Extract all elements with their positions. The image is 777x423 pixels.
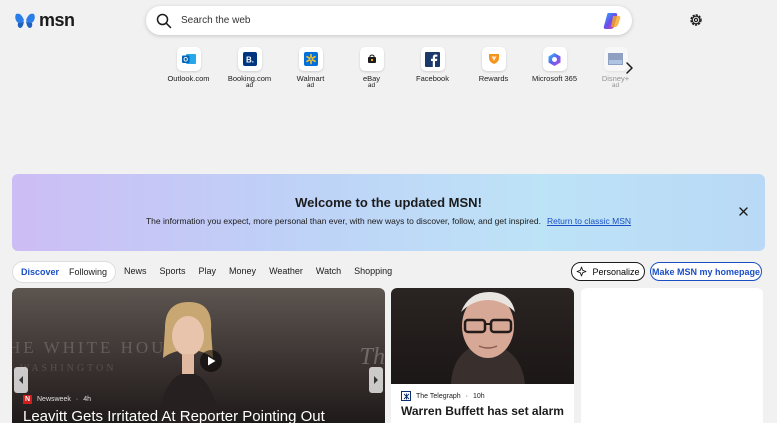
- tab-discover[interactable]: Discover: [16, 267, 64, 277]
- banner-description: The information you expect, more persona…: [145, 216, 541, 226]
- sparkle-star-icon: [577, 266, 587, 277]
- rewards-icon: [481, 47, 506, 71]
- booking-icon: B.: [237, 47, 262, 71]
- logo-text: msn: [39, 10, 75, 30]
- search-input[interactable]: [181, 15, 602, 26]
- nav-watch[interactable]: Watch: [316, 266, 341, 276]
- play-icon: [207, 356, 215, 366]
- article-headline[interactable]: Leavitt Gets Irritated At Reporter Point…: [23, 408, 325, 423]
- play-button[interactable]: [200, 350, 222, 372]
- walmart-icon: [298, 47, 323, 71]
- tab-following[interactable]: Following: [64, 267, 112, 277]
- quick-link-booking[interactable]: B. Booking.com ad: [219, 47, 280, 90]
- article-image: [391, 288, 574, 384]
- copilot-icon[interactable]: [602, 11, 622, 31]
- quick-link-rewards[interactable]: Rewards: [463, 47, 524, 90]
- butterfly-logo-icon: [15, 13, 35, 28]
- return-classic-msn-link[interactable]: Return to classic MSN: [547, 216, 631, 226]
- quick-link-ebay[interactable]: eBay ad: [341, 47, 402, 90]
- welcome-banner: Welcome to the updated MSN! The informat…: [12, 174, 765, 251]
- featured-photo: [158, 302, 220, 423]
- svg-text:B.: B.: [246, 56, 254, 65]
- settings-gear-icon[interactable]: [688, 12, 704, 28]
- quick-link-walmart[interactable]: Walmart ad: [280, 47, 341, 90]
- dot-separator: ·: [465, 392, 468, 400]
- quick-link-facebook[interactable]: Facebook: [402, 47, 463, 90]
- background-sign-subtext: WASHINGTON: [20, 363, 117, 374]
- article-headline[interactable]: Warren Buffett has set alarm: [401, 404, 564, 418]
- article-source: The Telegraph · 10h: [401, 391, 485, 401]
- ebay-icon: [359, 47, 384, 71]
- facebook-icon: [420, 47, 445, 71]
- carousel-prev-button[interactable]: [14, 367, 28, 393]
- portrait-photo: [451, 292, 525, 384]
- quick-link-outlook[interactable]: O Outlook.com: [158, 47, 219, 90]
- close-icon[interactable]: [738, 206, 749, 217]
- nav-money[interactable]: Money: [229, 266, 256, 276]
- nav-weather[interactable]: Weather: [269, 266, 303, 276]
- feed-toggle: Discover Following: [13, 262, 116, 282]
- chevron-left-icon: [19, 376, 23, 384]
- make-homepage-button[interactable]: Make MSN my homepage: [650, 262, 762, 281]
- quick-links-next-chevron-icon[interactable]: [622, 60, 636, 76]
- search-icon: [156, 13, 172, 28]
- publish-time: 10h: [472, 392, 485, 400]
- quick-links-row: O Outlook.com B. Booking.com ad Walmart …: [158, 47, 646, 90]
- featured-video-card[interactable]: HE WHITE HOUSE WASHINGTON Th N Newsweek …: [12, 288, 385, 423]
- svg-text:O: O: [183, 58, 188, 64]
- nav-sports[interactable]: Sports: [160, 266, 186, 276]
- category-nav: News Sports Play Money Weather Watch Sho…: [124, 266, 405, 276]
- source-name: The Telegraph: [416, 392, 461, 400]
- telegraph-logo-icon: [401, 391, 411, 401]
- quick-link-disney[interactable]: Disney+ ad: [585, 47, 646, 90]
- source-name: Newsweek: [37, 396, 71, 403]
- article-source: N Newsweek · 4h: [23, 395, 91, 404]
- nav-news[interactable]: News: [124, 266, 147, 276]
- quick-link-microsoft365[interactable]: Microsoft 365: [524, 47, 585, 90]
- chevron-right-icon: [374, 376, 378, 384]
- nav-play[interactable]: Play: [199, 266, 217, 276]
- news-card[interactable]: The Telegraph · 10h Warren Buffett has s…: [391, 288, 574, 423]
- msn-logo[interactable]: msn: [14, 10, 75, 31]
- banner-text-line: The information you expect, more persona…: [12, 216, 765, 226]
- personalize-button[interactable]: Personalize: [571, 262, 645, 281]
- outlook-icon: O: [176, 47, 201, 71]
- newsweek-logo-icon: N: [23, 395, 32, 404]
- dot-separator: ·: [75, 396, 79, 403]
- empty-card: [581, 288, 763, 423]
- microsoft365-icon: [542, 47, 567, 71]
- nav-shopping[interactable]: Shopping: [354, 266, 392, 276]
- carousel-next-button[interactable]: [369, 367, 383, 393]
- search-bar[interactable]: [146, 6, 632, 35]
- publish-time: 4h: [83, 396, 91, 403]
- banner-title: Welcome to the updated MSN!: [295, 195, 482, 210]
- personalize-label: Personalize: [592, 266, 640, 277]
